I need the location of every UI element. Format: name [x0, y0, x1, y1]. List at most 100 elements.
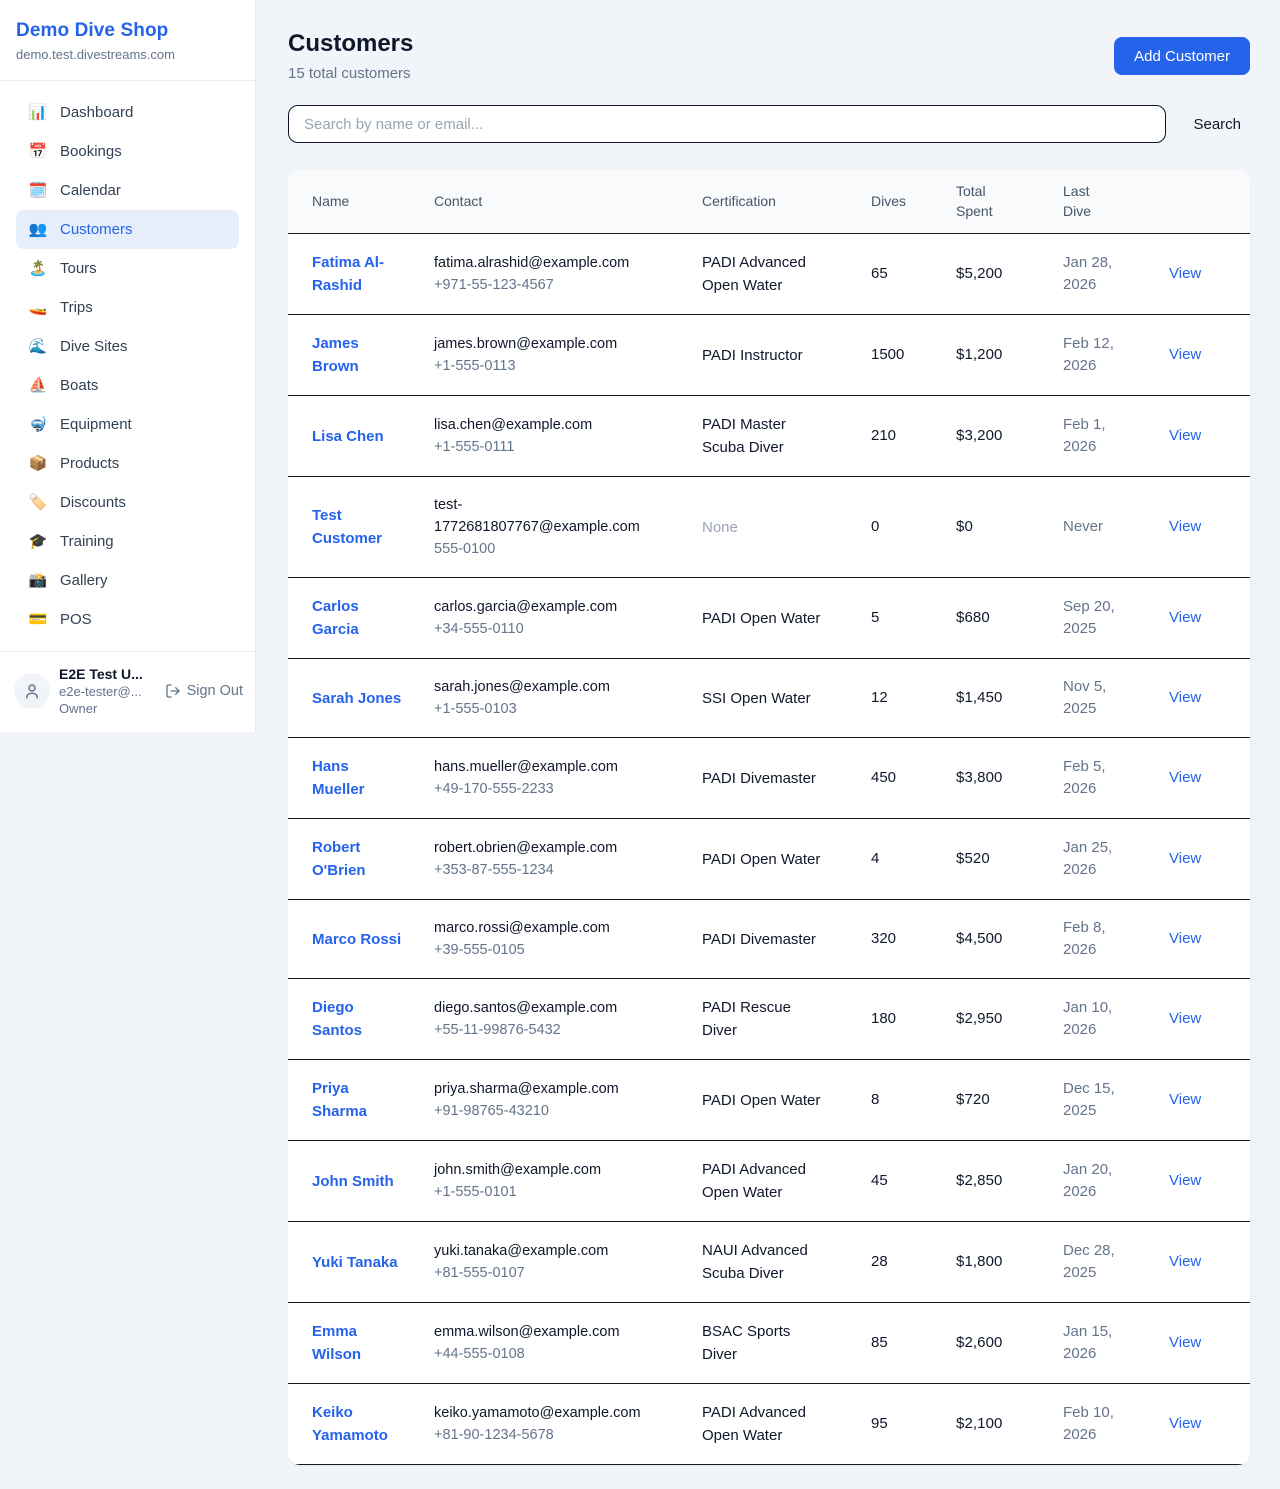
view-customer-link[interactable]: View — [1169, 609, 1201, 626]
sidebar-item-bookings[interactable]: 📅 Bookings — [16, 132, 239, 171]
column-header-certification: Certification — [702, 169, 871, 234]
camera-icon: 📸 — [28, 573, 48, 588]
avatar — [14, 673, 50, 709]
customer-name-link[interactable]: Sarah Jones — [312, 687, 401, 710]
customer-contact: keiko.yamamoto@example.com +81-90-1234-5… — [434, 1384, 702, 1465]
view-customer-link[interactable]: View — [1169, 930, 1201, 947]
table-row: Marco Rossi marco.rossi@example.com +39-… — [288, 900, 1250, 979]
customer-name-link[interactable]: Keiko Yamamoto — [312, 1401, 404, 1447]
person-icon — [23, 682, 41, 700]
customer-dives: 45 — [871, 1141, 956, 1222]
sidebar-item-discounts[interactable]: 🏷️ Discounts — [16, 483, 239, 522]
view-customer-link[interactable]: View — [1169, 1334, 1201, 1351]
customer-email: test-1772681807767@example.com — [434, 494, 646, 538]
view-customer-link[interactable]: View — [1169, 427, 1201, 444]
view-customer-link[interactable]: View — [1169, 1415, 1201, 1432]
sidebar-item-trips[interactable]: 🚤 Trips — [16, 288, 239, 327]
customer-dives: 65 — [871, 234, 956, 315]
user-name: E2E Test U... — [59, 666, 143, 682]
table-row: Carlos Garcia carlos.garcia@example.com … — [288, 578, 1250, 659]
customer-contact: emma.wilson@example.com +44-555-0108 — [434, 1303, 702, 1384]
customer-email: emma.wilson@example.com — [434, 1321, 646, 1343]
add-customer-button[interactable]: Add Customer — [1114, 37, 1250, 75]
view-customer-link[interactable]: View — [1169, 850, 1201, 867]
view-customer-link[interactable]: View — [1169, 1172, 1201, 1189]
customer-certification: PADI Instructor — [702, 344, 803, 367]
customer-last-dive: Never — [1063, 516, 1103, 538]
sidebar-item-tours[interactable]: 🏝️ Tours — [16, 249, 239, 288]
user-role: Owner — [59, 701, 143, 716]
customer-name-link[interactable]: Hans Mueller — [312, 755, 404, 801]
customer-total-spent: $5,200 — [956, 234, 1063, 315]
customer-name-link[interactable]: James Brown — [312, 332, 404, 378]
sidebar-item-gallery[interactable]: 📸 Gallery — [16, 561, 239, 600]
customers-icon: 👥 — [28, 222, 48, 237]
table-row: Test Customer test-1772681807767@example… — [288, 477, 1250, 578]
sidebar-item-label: Equipment — [60, 416, 132, 433]
customer-contact: robert.obrien@example.com +353-87-555-12… — [434, 819, 702, 900]
table-row: Robert O'Brien robert.obrien@example.com… — [288, 819, 1250, 900]
table-row: Diego Santos diego.santos@example.com +5… — [288, 979, 1250, 1060]
customer-certification: None — [702, 516, 738, 539]
sidebar-item-boats[interactable]: ⛵ Boats — [16, 366, 239, 405]
search-button[interactable]: Search — [1166, 116, 1250, 133]
customer-name-link[interactable]: Robert O'Brien — [312, 836, 404, 882]
customer-phone: +1-555-0103 — [434, 698, 694, 720]
sidebar-item-training[interactable]: 🎓 Training — [16, 522, 239, 561]
customers-table: Name Contact Certification Dives Total S… — [288, 169, 1250, 1465]
customer-certification: PADI Open Water — [702, 848, 820, 871]
customer-phone: +353-87-555-1234 — [434, 859, 694, 881]
customer-name-link[interactable]: Lisa Chen — [312, 425, 384, 448]
table-body: Fatima Al-Rashid fatima.alrashid@example… — [288, 234, 1250, 1465]
customer-name-link[interactable]: Diego Santos — [312, 996, 404, 1042]
sidebar-item-calendar[interactable]: 🗓️ Calendar — [16, 171, 239, 210]
customer-name-link[interactable]: Priya Sharma — [312, 1077, 404, 1123]
sign-out-button[interactable]: Sign Out — [165, 683, 243, 699]
table-row: Hans Mueller hans.mueller@example.com +4… — [288, 738, 1250, 819]
sidebar-item-customers[interactable]: 👥 Customers — [16, 210, 239, 249]
customer-email: marco.rossi@example.com — [434, 917, 646, 939]
view-customer-link[interactable]: View — [1169, 346, 1201, 363]
sidebar: Demo Dive Shop demo.test.divestreams.com… — [0, 0, 256, 732]
customer-name-link[interactable]: Fatima Al-Rashid — [312, 251, 404, 297]
view-customer-link[interactable]: View — [1169, 1010, 1201, 1027]
customer-name-link[interactable]: Emma Wilson — [312, 1320, 404, 1366]
customer-certification: PADI Advanced Open Water — [702, 1158, 824, 1204]
table-row: Sarah Jones sarah.jones@example.com +1-5… — [288, 659, 1250, 738]
customer-last-dive: Feb 1, 2026 — [1063, 414, 1135, 458]
sidebar-item-equipment[interactable]: 🤿 Equipment — [16, 405, 239, 444]
diving-mask-icon: 🤿 — [28, 417, 48, 432]
customer-last-dive: Jan 10, 2026 — [1063, 997, 1135, 1041]
sidebar-nav: 📊 Dashboard 📅 Bookings 🗓️ Calendar 👥 Cus… — [0, 81, 255, 643]
customer-phone: +34-555-0110 — [434, 618, 694, 640]
table-row: Keiko Yamamoto keiko.yamamoto@example.co… — [288, 1384, 1250, 1465]
customer-name-link[interactable]: Carlos Garcia — [312, 595, 404, 641]
customer-name-link[interactable]: Marco Rossi — [312, 928, 401, 951]
sidebar-item-dive-sites[interactable]: 🌊 Dive Sites — [16, 327, 239, 366]
customer-phone: 555-0100 — [434, 538, 694, 560]
sidebar-item-dashboard[interactable]: 📊 Dashboard — [16, 93, 239, 132]
view-customer-link[interactable]: View — [1169, 689, 1201, 706]
sidebar-item-label: Training — [60, 533, 114, 550]
customer-contact: sarah.jones@example.com +1-555-0103 — [434, 659, 702, 738]
shop-name: Demo Dive Shop — [16, 20, 239, 42]
customer-dives: 210 — [871, 396, 956, 477]
search-input[interactable] — [288, 105, 1166, 143]
customer-phone: +81-90-1234-5678 — [434, 1424, 694, 1446]
sidebar-item-products[interactable]: 📦 Products — [16, 444, 239, 483]
customer-name-link[interactable]: Yuki Tanaka — [312, 1251, 398, 1274]
package-icon: 📦 — [28, 456, 48, 471]
customer-email: carlos.garcia@example.com — [434, 596, 646, 618]
view-customer-link[interactable]: View — [1169, 1091, 1201, 1108]
view-customer-link[interactable]: View — [1169, 769, 1201, 786]
sidebar-item-pos[interactable]: 💳 POS — [16, 600, 239, 639]
view-customer-link[interactable]: View — [1169, 518, 1201, 535]
search-bar: Search — [288, 105, 1250, 143]
view-customer-link[interactable]: View — [1169, 265, 1201, 282]
sidebar-item-label: Calendar — [60, 182, 121, 199]
main-content: Customers 15 total customers Add Custome… — [256, 0, 1280, 1489]
customer-name-link[interactable]: John Smith — [312, 1170, 394, 1193]
view-customer-link[interactable]: View — [1169, 1253, 1201, 1270]
customer-certification: PADI Open Water — [702, 607, 820, 630]
customer-name-link[interactable]: Test Customer — [312, 504, 404, 550]
